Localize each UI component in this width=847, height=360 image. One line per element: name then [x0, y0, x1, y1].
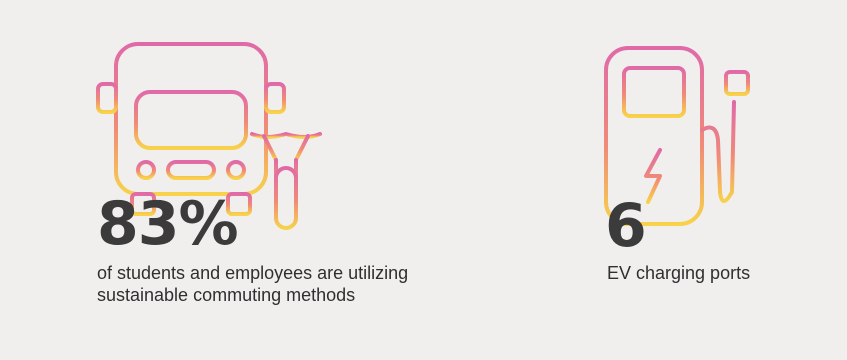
- stat-value: 6: [605, 191, 647, 261]
- stat-value: 83%: [97, 189, 239, 259]
- ev-charging-stat: 6 EV charging ports: [500, 0, 847, 360]
- commuting-stat: 83% of students and employees are utiliz…: [0, 0, 480, 360]
- stat-caption: EV charging ports: [607, 262, 750, 284]
- caption-line: of students and employees are utilizing: [97, 263, 409, 283]
- stat-caption: of students and employees are utilizing …: [97, 262, 408, 306]
- caption-line: sustainable commuting methods: [97, 285, 356, 305]
- caption-line: EV charging ports: [607, 263, 751, 283]
